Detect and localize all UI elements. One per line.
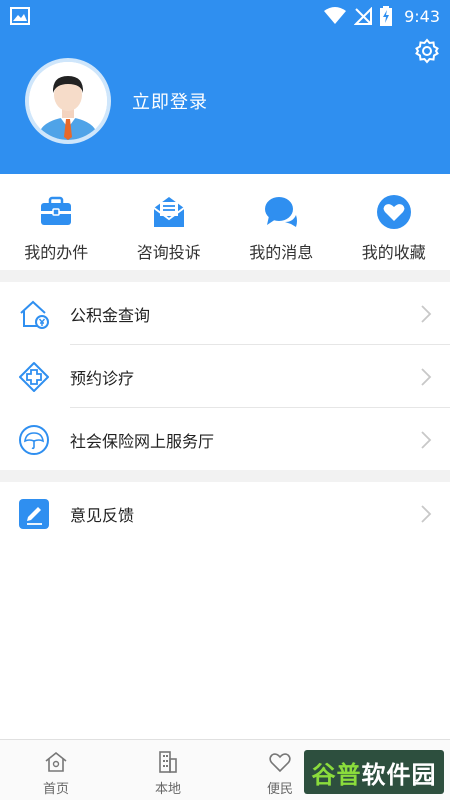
- chevron-right-icon: [421, 368, 432, 386]
- menu-list-feedback: 意见反馈: [0, 482, 450, 545]
- status-icons: 9:43: [324, 5, 440, 27]
- section-separator: [0, 270, 450, 282]
- no-signal-icon: [354, 7, 373, 25]
- quick-action-my-cases[interactable]: 我的办件: [0, 174, 113, 270]
- menu-item-label: 社会保险网上服务厅: [70, 431, 215, 451]
- clock: 9:43: [404, 6, 440, 26]
- heart-icon: [376, 195, 411, 229]
- profile-header: 9:43 立即登录: [0, 0, 450, 174]
- building-icon: [159, 751, 177, 773]
- default-avatar-icon: [29, 62, 107, 140]
- menu-item-label: 意见反馈: [70, 505, 135, 525]
- medical-cross-icon: [19, 362, 49, 392]
- chevron-right-icon: [421, 431, 432, 449]
- mail-icon: [153, 197, 185, 227]
- umbrella-icon: [19, 425, 49, 455]
- menu-item-medical-appointment[interactable]: 预约诊疗: [0, 345, 450, 408]
- quick-action-label: 我的办件: [24, 243, 89, 262]
- home-icon: [45, 751, 67, 772]
- chevron-right-icon: [421, 505, 432, 523]
- settings-gear-icon[interactable]: [414, 38, 440, 64]
- nav-label: 首页: [42, 782, 69, 797]
- quick-action-favorites[interactable]: 我的收藏: [338, 174, 450, 270]
- quick-actions: 我的办件 咨询投诉 我的消息 我的收藏: [0, 174, 450, 270]
- heart-outline-icon: [269, 753, 291, 773]
- nav-label: 本地: [154, 782, 181, 797]
- nav-item-home[interactable]: 首页: [0, 740, 112, 800]
- chat-bubbles-icon: [265, 197, 298, 227]
- nav-label: 便民: [266, 782, 293, 797]
- wifi-icon: [324, 7, 347, 24]
- chevron-right-icon: [421, 305, 432, 323]
- section-separator: [0, 470, 450, 482]
- image-notification-icon: [10, 7, 30, 25]
- watermark-logo: 谷普 软件园: [304, 750, 444, 794]
- battery-charging-icon: [380, 6, 393, 26]
- watermark-text: 谷普: [311, 760, 362, 789]
- quick-action-consult[interactable]: 咨询投诉: [113, 174, 226, 270]
- menu-item-label: 预约诊疗: [70, 368, 135, 388]
- menu-item-social-insurance[interactable]: 社会保险网上服务厅: [0, 408, 450, 471]
- nav-item-local[interactable]: 本地: [112, 740, 224, 800]
- watermark-text: 软件园: [361, 760, 437, 789]
- quick-action-label: 我的消息: [249, 243, 314, 262]
- menu-list-services: 公积金查询 预约诊疗 社会保险网上服务厅: [0, 282, 450, 471]
- avatar[interactable]: [25, 58, 111, 144]
- quick-action-messages[interactable]: 我的消息: [225, 174, 338, 270]
- briefcase-icon: [41, 196, 72, 225]
- quick-action-label: 咨询投诉: [136, 243, 201, 262]
- quick-action-label: 我的收藏: [361, 243, 426, 262]
- menu-item-housing-fund[interactable]: 公积金查询: [0, 282, 450, 345]
- status-bar: 9:43: [0, 0, 450, 32]
- house-fund-icon: [20, 300, 49, 329]
- login-link[interactable]: 立即登录: [132, 88, 208, 114]
- menu-item-label: 公积金查询: [70, 305, 151, 325]
- menu-item-feedback[interactable]: 意见反馈: [0, 482, 450, 545]
- edit-icon: [19, 499, 49, 529]
